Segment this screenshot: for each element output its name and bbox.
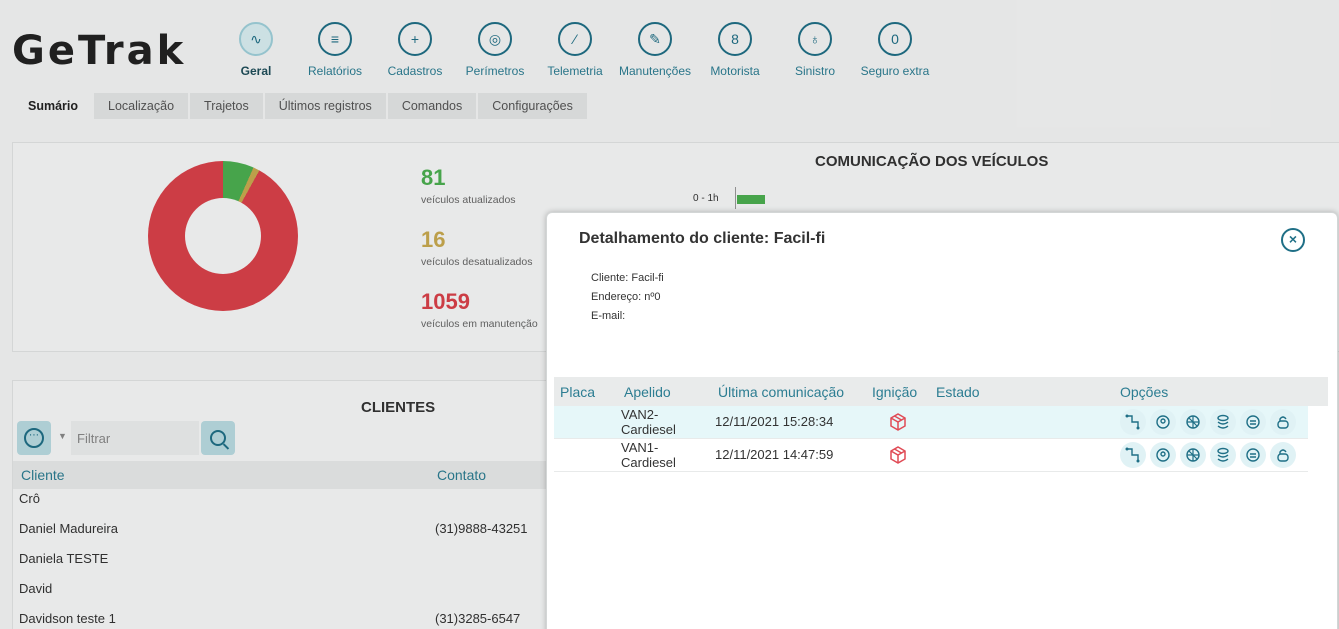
vehicle-ultima-comunicacao: 12/11/2021 14:47:59 xyxy=(715,447,834,462)
ignition-off-icon xyxy=(890,413,906,431)
col-apelido[interactable]: Apelido xyxy=(624,384,671,400)
globe-icon xyxy=(1186,448,1200,462)
vehicle-apelido-line2: Cardiesel xyxy=(621,455,676,470)
info-cliente: Cliente: Facil-fi xyxy=(591,272,664,284)
route-option-button[interactable] xyxy=(1120,409,1146,435)
speed-option-button[interactable] xyxy=(1240,409,1266,435)
speed-option-button[interactable] xyxy=(1240,442,1266,468)
vehicle-apelido-line2: Cardiesel xyxy=(621,422,676,437)
layers-icon xyxy=(1217,414,1229,429)
speedometer-icon xyxy=(1246,448,1260,462)
map-pin-icon xyxy=(1156,415,1170,429)
location-option-button[interactable] xyxy=(1150,409,1176,435)
vehicle-apelido-line1: VAN2- xyxy=(621,407,659,422)
table-row[interactable]: VAN1- Cardiesel 12/11/2021 14:47:59 xyxy=(554,439,1308,472)
vehicle-apelido: VAN2- Cardiesel xyxy=(621,407,676,437)
stack-option-button[interactable] xyxy=(1210,409,1236,435)
info-endereco: Endereço: nº0 xyxy=(591,291,661,303)
globe-option-button[interactable] xyxy=(1180,442,1206,468)
location-option-button[interactable] xyxy=(1150,442,1176,468)
table-row[interactable]: VAN2- Cardiesel 12/11/2021 15:28:34 xyxy=(554,406,1308,439)
globe-option-button[interactable] xyxy=(1180,409,1206,435)
route-option-button[interactable] xyxy=(1120,442,1146,468)
info-email: E-mail: xyxy=(591,310,626,322)
layers-icon xyxy=(1217,447,1229,462)
map-pin-icon xyxy=(1156,448,1170,462)
globe-icon xyxy=(1186,415,1200,429)
stack-option-button[interactable] xyxy=(1210,442,1236,468)
col-placa[interactable]: Placa xyxy=(560,384,595,400)
lock-option-button[interactable] xyxy=(1270,409,1296,435)
close-button[interactable]: × xyxy=(1281,228,1305,252)
col-ignicao[interactable]: Ignição xyxy=(872,384,917,400)
close-icon: × xyxy=(1288,231,1298,247)
row-options xyxy=(1120,442,1300,468)
lock-icon xyxy=(1277,449,1289,462)
lock-icon xyxy=(1277,416,1289,429)
vehicle-ultima-comunicacao: 12/11/2021 15:28:34 xyxy=(715,414,834,429)
vehicles-table-header: Placa Apelido Última comunicação Ignição… xyxy=(554,377,1328,406)
col-opcoes: Opções xyxy=(1120,384,1169,400)
col-ultima-comunicacao[interactable]: Última comunicação xyxy=(718,384,844,400)
route-icon xyxy=(1125,414,1140,430)
vehicle-apelido-line1: VAN1- xyxy=(621,440,659,455)
modal-title: Detalhamento do cliente: Facil-fi xyxy=(579,230,826,247)
ignition-off-icon xyxy=(890,446,906,464)
route-icon xyxy=(1125,447,1140,463)
vehicle-apelido: VAN1- Cardiesel xyxy=(621,440,676,470)
col-estado[interactable]: Estado xyxy=(936,384,980,400)
client-detail-modal: Detalhamento do cliente: Facil-fi × Clie… xyxy=(546,212,1338,629)
lock-option-button[interactable] xyxy=(1270,442,1296,468)
row-options xyxy=(1120,409,1300,435)
speedometer-icon xyxy=(1246,415,1260,429)
